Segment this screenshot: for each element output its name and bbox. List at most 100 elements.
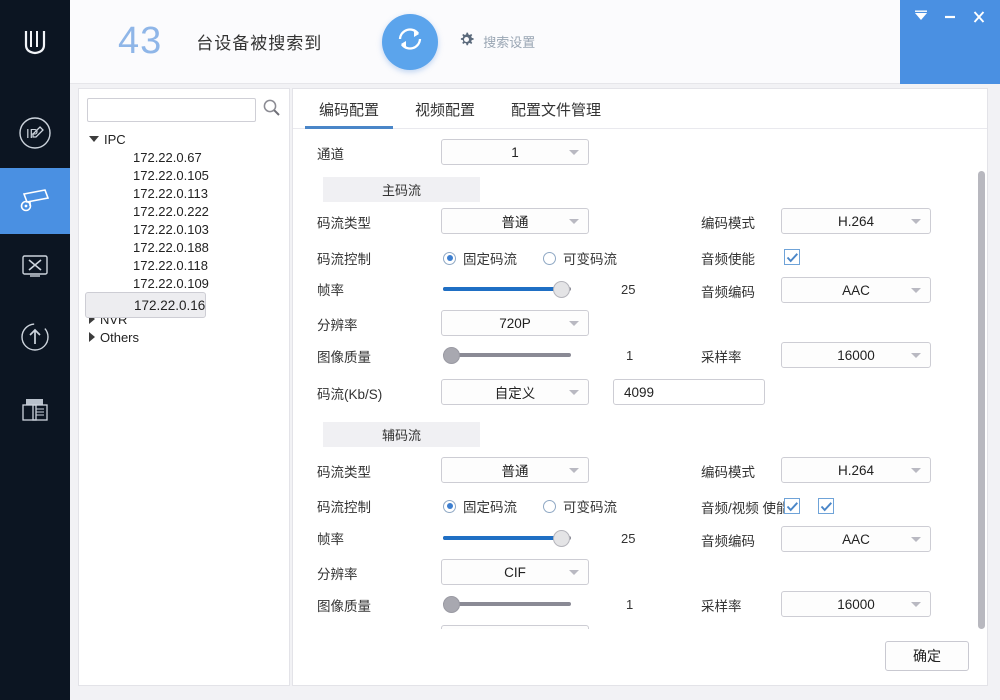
- search-input[interactable]: [87, 98, 256, 122]
- tree-device-item[interactable]: 172.22.0.188: [85, 238, 289, 256]
- main-resolution-select[interactable]: 720P: [441, 310, 589, 336]
- main-stream-section-label: 主码流: [381, 183, 421, 198]
- main-rate-control-label: 码流控制: [317, 252, 371, 267]
- tab-profile-management[interactable]: 配置文件管理: [493, 99, 619, 128]
- sub-framerate-value: 25: [621, 531, 636, 546]
- app-header: 43 台设备被搜索到 搜索设置: [70, 0, 1000, 84]
- main-stream-type-select[interactable]: 普通: [441, 208, 589, 234]
- radio-selected-icon: [443, 251, 456, 265]
- main-stream-section-header: 主码流: [323, 177, 480, 202]
- left-nav-rail: IP: [0, 0, 70, 700]
- tree-group-label: IPC: [104, 131, 126, 147]
- slider-thumb[interactable]: [443, 596, 460, 613]
- tree-device-item[interactable]: 172.22.0.67: [85, 148, 289, 166]
- tab-video-config[interactable]: 视频配置: [397, 99, 493, 128]
- main-stream-type-label: 码流类型: [317, 216, 371, 231]
- radio-unselected-icon: [543, 499, 556, 513]
- sub-quality-label: 图像质量: [317, 599, 371, 614]
- search-settings-button[interactable]: 搜索设置: [458, 31, 535, 53]
- main-samplerate-select[interactable]: 16000: [781, 342, 931, 368]
- main-audio-enable-label: 音频使能: [701, 252, 755, 267]
- tab-encoding-config[interactable]: 编码配置: [301, 99, 397, 129]
- close-icon[interactable]: [971, 10, 987, 28]
- sub-quality-slider[interactable]: [443, 594, 571, 614]
- sub-quality-value: 1: [626, 597, 634, 612]
- sub-encode-mode-value: H.264: [837, 462, 875, 478]
- radio-unselected-icon: [543, 251, 556, 265]
- tree-device-item[interactable]: 172.22.0.113: [85, 184, 289, 202]
- main-rate-control-fixed-radio[interactable]: 固定码流: [443, 248, 517, 268]
- sub-audio-codec-select[interactable]: AAC: [781, 526, 931, 552]
- device-tree-panel: IPC 172.22.0.67 172.22.0.105 172.22.0.11…: [78, 88, 290, 686]
- main-bitrate-mode-select[interactable]: 自定义: [441, 379, 589, 405]
- sub-rate-control-variable-radio[interactable]: 可变码流: [543, 496, 617, 516]
- channel-select[interactable]: 1: [441, 139, 589, 165]
- slider-thumb[interactable]: [553, 530, 570, 547]
- main-audio-enable-group: [784, 249, 800, 265]
- form-bottom-mask: [293, 629, 987, 685]
- collapse-icon[interactable]: [913, 10, 929, 28]
- chevron-down-icon: [911, 536, 921, 542]
- main-framerate-slider[interactable]: [443, 279, 571, 299]
- chevron-down-icon[interactable]: [89, 136, 99, 142]
- tree-device-item[interactable]: 172.22.0.103: [85, 220, 289, 238]
- refresh-button[interactable]: [382, 13, 439, 70]
- sub-rate-control-fixed-radio[interactable]: 固定码流: [443, 496, 517, 516]
- search-icon[interactable]: [262, 98, 281, 122]
- sidebar-item-camera-config[interactable]: [0, 168, 70, 234]
- minimize-icon[interactable]: [942, 10, 958, 28]
- tree-device-item[interactable]: 172.22.0.118: [85, 256, 289, 274]
- scrollbar-thumb[interactable]: [978, 171, 985, 629]
- sidebar-item-ip-edit[interactable]: IP: [0, 102, 70, 168]
- sub-resolution-select[interactable]: CIF: [441, 559, 589, 585]
- chevron-down-icon: [569, 320, 579, 326]
- tree-device-item[interactable]: 172.22.0.109: [85, 274, 289, 292]
- sub-rate-control-variable-label: 可变码流: [563, 500, 617, 515]
- sub-rate-control-radios: 固定码流 可变码流: [443, 496, 617, 516]
- chevron-down-icon: [911, 218, 921, 224]
- sub-encode-mode-select[interactable]: H.264: [781, 457, 931, 483]
- tree-group-others[interactable]: Others: [85, 328, 289, 346]
- sub-video-enable-checkbox[interactable]: [818, 498, 834, 514]
- radio-selected-icon: [443, 499, 456, 513]
- sidebar-item-upgrade[interactable]: [0, 306, 70, 372]
- tree-device-item-selected[interactable]: 172.22.0.16: [85, 292, 207, 318]
- main-bitrate-input[interactable]: 4099: [613, 379, 765, 405]
- chevron-right-icon[interactable]: [89, 332, 95, 342]
- tree-device-item[interactable]: 172.22.0.105: [85, 166, 289, 184]
- sub-stream-type-label: 码流类型: [317, 465, 371, 480]
- sub-resolution-label: 分辨率: [317, 567, 358, 582]
- tree-device-item[interactable]: 172.22.0.222: [85, 202, 289, 220]
- sidebar-item-documents[interactable]: [0, 378, 70, 444]
- main-bitrate-label: 码流(Kb/S): [317, 387, 383, 402]
- sub-av-enable-label: 音频/视频 使能: [701, 501, 790, 516]
- main-encode-mode-select[interactable]: H.264: [781, 208, 931, 234]
- sub-samplerate-value: 16000: [837, 596, 875, 612]
- sub-stream-type-select[interactable]: 普通: [441, 457, 589, 483]
- form-scrollbar[interactable]: [977, 171, 985, 629]
- main-audio-enable-checkbox[interactable]: [784, 249, 800, 265]
- sub-framerate-slider[interactable]: [443, 528, 571, 548]
- slider-fill: [443, 287, 561, 291]
- main-audio-codec-select[interactable]: AAC: [781, 277, 931, 303]
- confirm-button[interactable]: 确定: [885, 641, 969, 671]
- chevron-down-icon: [569, 467, 579, 473]
- sub-samplerate-label: 采样率: [701, 599, 742, 614]
- sidebar-item-tools[interactable]: [0, 234, 70, 300]
- main-rate-control-variable-radio[interactable]: 可变码流: [543, 248, 617, 268]
- sub-stream-section-label: 辅码流: [381, 428, 421, 443]
- main-audio-codec-value: AAC: [842, 282, 870, 298]
- sub-samplerate-select[interactable]: 16000: [781, 591, 931, 617]
- tree-group-ipc[interactable]: IPC: [85, 130, 289, 148]
- slider-thumb[interactable]: [553, 281, 570, 298]
- slider-thumb[interactable]: [443, 347, 460, 364]
- slider-track: [443, 602, 571, 606]
- sub-stream-section-header: 辅码流: [323, 422, 480, 447]
- main-audio-codec-label: 音频编码: [701, 285, 755, 300]
- sub-audio-enable-checkbox[interactable]: [784, 498, 800, 514]
- content-area: IPC 172.22.0.67 172.22.0.105 172.22.0.11…: [70, 84, 1000, 700]
- main-quality-slider[interactable]: [443, 345, 571, 365]
- main-samplerate-value: 16000: [837, 347, 875, 363]
- tree-search-row: [79, 89, 289, 128]
- window-controls: [900, 0, 1000, 84]
